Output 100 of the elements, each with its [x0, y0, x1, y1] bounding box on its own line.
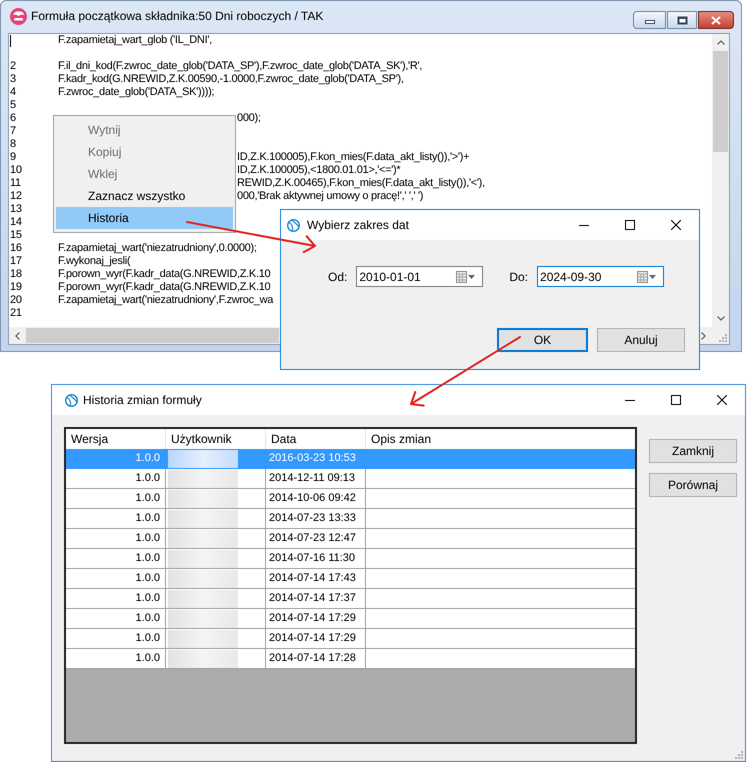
scroll-thumb[interactable] [26, 328, 279, 343]
resize-grip-icon[interactable] [733, 749, 743, 759]
table-cell-text: 1.0.0 [136, 631, 160, 646]
minimize-icon [579, 224, 589, 226]
line-number: 17 [10, 255, 22, 268]
line-number: 6 [10, 112, 16, 125]
column-header[interactable]: Opis zmian [366, 429, 635, 449]
table-row[interactable]: 1.0.0 2014-07-23 13:33 [66, 509, 635, 529]
chevron-down-icon [716, 316, 724, 321]
table-cell-text: 2014-07-14 17:28 [269, 651, 356, 666]
scroll-thumb[interactable] [713, 51, 728, 152]
calendar-icon [637, 270, 648, 282]
line-number: 7 [10, 125, 16, 138]
table-cell-text: 2016-03-23 10:53 [269, 451, 356, 466]
line-number: 19 [10, 281, 22, 294]
table-cell-text: 1.0.0 [136, 531, 160, 546]
code-line: F.zapamietaj_wart('niezatrudniony',F.zwroc_wa [58, 294, 274, 307]
table-cell-text: 1.0.0 [136, 511, 160, 526]
code-line: F.porown_wyr(F.kadr_data(G.NREWID,Z.K.10 [58, 268, 270, 281]
table-cell-text: 1.0.0 [136, 471, 160, 486]
line-number: 11 [10, 177, 21, 190]
code-line: F.zwroc_date_glob('DATA_SK')))); [58, 86, 214, 99]
table-cell-text: 2014-07-14 17:29 [269, 631, 356, 646]
code-line: F.zapamietaj_wart_glob ('IL_DNI', [58, 34, 212, 47]
table-cell-text: 1.0.0 [136, 591, 160, 606]
line-number: 20 [10, 294, 22, 307]
table-cell-text: 1.0.0 [136, 451, 160, 466]
table-row[interactable]: 1.0.0 2014-07-23 12:47 [66, 529, 635, 549]
table-cell-text: 1.0.0 [136, 551, 160, 566]
table-cell-text: 1.0.0 [136, 611, 160, 626]
cancel-button[interactable]: Anuluj [597, 328, 685, 352]
table-cell-text: 1.0.0 [136, 571, 160, 586]
sphere-icon [287, 218, 300, 232]
line-number: 15 [10, 229, 22, 242]
line-number: 2 [10, 60, 16, 73]
code-line: 000); [237, 112, 261, 125]
compare-button[interactable]: Porównaj [649, 473, 737, 497]
table-row[interactable]: 1.0.0 2014-10-06 09:42 [66, 489, 635, 509]
maximize-icon [676, 16, 688, 24]
table-row[interactable]: 1.0.0 2014-07-14 17:29 [66, 629, 635, 649]
line-number: 12 [10, 190, 22, 203]
table-cell-text: 2014-07-23 13:33 [269, 511, 356, 526]
close-icon [711, 16, 721, 24]
window-title: Wybierz zakres dat [307, 217, 409, 234]
menu-item[interactable]: Zaznacz wszystko [56, 185, 233, 207]
code-line: F.zapamietaj_wart('niezatrudniony',0.0000); [58, 242, 257, 255]
table-cell-text: 2014-07-14 17:37 [269, 591, 356, 606]
table-cell-text: 1.0.0 [136, 651, 160, 666]
code-line: ID,Z.K.100005),F.kon_mies(F.data_akt_listy()),'>')+ [237, 151, 470, 164]
line-number: 18 [10, 268, 22, 281]
close-icon [717, 395, 727, 405]
vertical-scrollbar[interactable] [712, 34, 729, 327]
code-line: REWID,Z.K.00465),F.kon_mies(F.data_akt_listy()),'<'), [237, 177, 485, 190]
calendar-icon [456, 270, 468, 282]
table-row[interactable]: 1.0.0 2014-07-14 17:29 [66, 609, 635, 629]
code-line: F.porown_wyr(F.kadr_data(G.NREWID,Z.K.10 [58, 281, 270, 294]
date-field[interactable]: 2010-01-01 [356, 266, 484, 287]
ok-button[interactable]: OK [497, 328, 588, 352]
table-cell-text: 2014-07-23 12:47 [269, 531, 356, 546]
line-number: 16 [10, 242, 22, 255]
resize-grip-icon[interactable] [717, 332, 727, 342]
line-number: 4 [10, 86, 16, 99]
table-row[interactable]: 1.0.0 2014-07-14 17:28 [66, 649, 635, 669]
table-row[interactable]: 1.0.0 2014-12-11 09:13 [66, 469, 635, 489]
window-title: Historia zmian formuły [83, 392, 202, 409]
line-number: 8 [10, 138, 16, 151]
line-number: 3 [10, 73, 16, 86]
line-number: 5 [10, 99, 16, 112]
close-button[interactable] [698, 11, 734, 29]
code-line: F.kadr_kod(G.NREWID,Z.K.00590,-1.0000,F.zwroc_date_glob('DATA_SP'), [58, 73, 404, 86]
chevron-right-icon [701, 332, 706, 340]
table-cell-text: 2014-07-14 17:43 [269, 571, 356, 586]
maximize-icon [671, 395, 681, 405]
field-label: Do: [509, 268, 528, 286]
line-number: 13 [10, 203, 22, 216]
table-row[interactable]: 1.0.0 2014-07-16 11:30 [66, 549, 635, 569]
dropdown-caret-icon [468, 274, 476, 278]
close-button[interactable]: Zamknij [649, 439, 737, 463]
maximize-button[interactable] [667, 11, 697, 29]
code-line: 000,'Brak aktywnej umowy o pracę!',' ',' ') [237, 190, 424, 203]
menu-item[interactable]: Historia [56, 207, 233, 229]
table-row[interactable]: 1.0.0 2014-07-14 17:43 [66, 569, 635, 589]
line-number: 14 [10, 216, 22, 229]
code-line: F.il_dni_kod(F.zwroc_date_glob('DATA_SP'),F.zwroc_date_glob('DATA_SK'),'R', [58, 60, 422, 73]
field-label: Od: [328, 268, 348, 286]
table-row[interactable]: 1.0.0 2014-07-14 17:37 [66, 589, 635, 609]
table-cell-text: 2014-12-11 09:13 [269, 471, 356, 486]
line-number: 10 [10, 164, 22, 177]
minimize-button[interactable] [633, 11, 666, 29]
table-cell-text: 2014-10-06 09:42 [269, 491, 356, 506]
table-cell-text: 2014-07-16 11:30 [269, 551, 356, 566]
sphere-icon [65, 394, 78, 406]
table-cell-text: 1.0.0 [136, 491, 160, 506]
logo-icon [10, 8, 27, 24]
chevron-left-icon [15, 332, 20, 340]
date-field[interactable]: 2024-09-30 [537, 266, 664, 287]
line-number: 21 [10, 307, 22, 320]
text-cursor-icon [10, 34, 11, 46]
code-line: F.wykonaj_jesli( [58, 255, 130, 268]
dropdown-caret-icon [649, 274, 656, 278]
